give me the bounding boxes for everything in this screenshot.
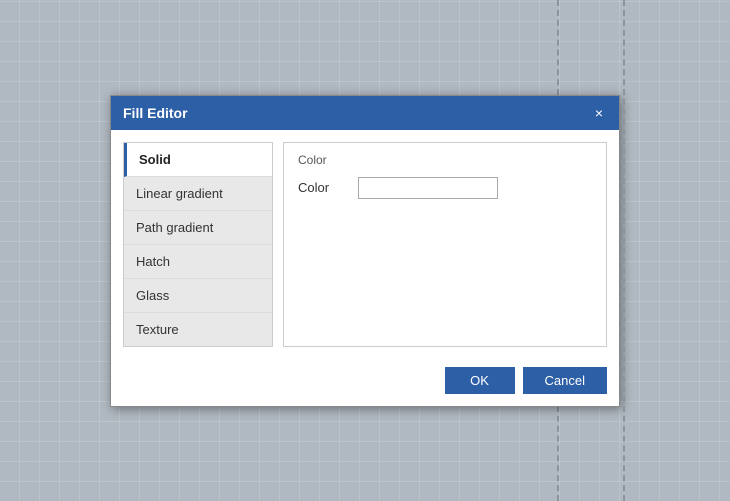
close-button[interactable]: × [591,104,607,122]
dialog-body: SolidLinear gradientPath gradientHatchGl… [111,130,619,359]
dialog-footer: OK Cancel [111,359,619,406]
fill-type-item-solid[interactable]: Solid [124,143,272,177]
dialog-title: Fill Editor [123,105,188,121]
fill-type-item-path-gradient[interactable]: Path gradient [124,211,272,245]
fill-type-item-texture[interactable]: Texture [124,313,272,346]
color-row: Color [298,177,592,199]
fill-type-list: SolidLinear gradientPath gradientHatchGl… [123,142,273,347]
fill-type-item-hatch[interactable]: Hatch [124,245,272,279]
fill-editor-dialog: Fill Editor × SolidLinear gradientPath g… [110,95,620,407]
color-label: Color [298,180,348,195]
ok-button[interactable]: OK [445,367,515,394]
color-input[interactable] [358,177,498,199]
cancel-button[interactable]: Cancel [523,367,607,394]
fill-type-item-linear-gradient[interactable]: Linear gradient [124,177,272,211]
content-section-title: Color [298,153,592,167]
fill-type-item-glass[interactable]: Glass [124,279,272,313]
dialog-titlebar: Fill Editor × [111,96,619,130]
fill-content-panel: Color Color [283,142,607,347]
